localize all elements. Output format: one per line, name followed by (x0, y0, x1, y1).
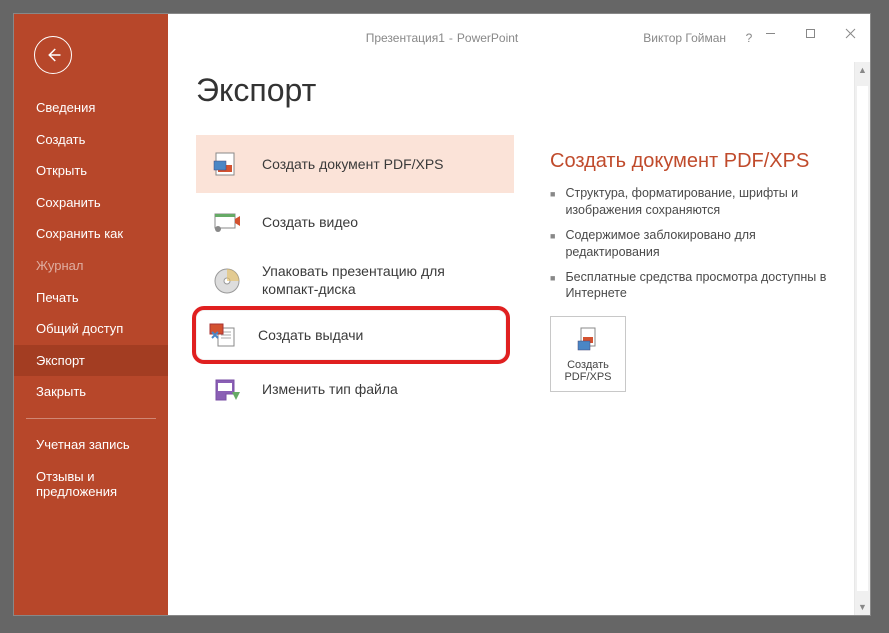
backstage-window: Презентация1 - PowerPoint Виктор Гойман … (14, 14, 870, 615)
detail-bullet: Бесплатные средства просмотра доступны в… (550, 269, 846, 303)
change-file-type-icon (210, 372, 244, 406)
nav-save-as[interactable]: Сохранить как (14, 218, 168, 250)
nav-separator (26, 418, 156, 419)
main-content: Экспорт Создать документ PDF/XPS Создать… (168, 14, 870, 615)
export-options-column: Экспорт Создать документ PDF/XPS Создать… (196, 72, 516, 615)
export-handouts-label: Создать выдачи (258, 327, 363, 343)
backstage-sidebar: Сведения Создать Открыть Сохранить Сохра… (14, 14, 168, 615)
nav-print[interactable]: Печать (14, 282, 168, 314)
nav-feedback[interactable]: Отзывы и предложения (14, 461, 168, 508)
detail-bullet: Содержимое заблокировано для редактирова… (550, 227, 846, 261)
export-package-cd[interactable]: Упаковать презентацию для компакт-диска (196, 251, 514, 310)
scroll-thumb[interactable] (857, 86, 868, 591)
scroll-down-arrow[interactable]: ▼ (855, 599, 870, 615)
nav-list: Сведения Создать Открыть Сохранить Сохра… (14, 92, 168, 508)
nav-new[interactable]: Создать (14, 124, 168, 156)
nav-history: Журнал (14, 250, 168, 282)
create-pdf-xps-button[interactable]: Создать PDF/XPS (550, 316, 626, 392)
export-filetype-label: Изменить тип файла (262, 381, 398, 397)
page-title: Экспорт (196, 72, 516, 109)
export-video-label: Создать видео (262, 214, 358, 230)
export-pdf-label: Создать документ PDF/XPS (262, 156, 444, 172)
nav-export[interactable]: Экспорт (14, 345, 168, 377)
vertical-scrollbar[interactable]: ▲ ▼ (854, 62, 870, 615)
export-handouts[interactable]: Создать выдачи (192, 306, 510, 364)
detail-title: Создать документ PDF/XPS (550, 150, 846, 173)
export-change-file-type[interactable]: Изменить тип файла (196, 360, 514, 418)
nav-open[interactable]: Открыть (14, 155, 168, 187)
detail-bullet: Структура, форматирование, шрифты и изоб… (550, 185, 846, 219)
export-detail-column: Создать документ PDF/XPS Структура, форм… (516, 72, 846, 615)
nav-account[interactable]: Учетная запись (14, 429, 168, 461)
back-button[interactable] (34, 36, 72, 74)
export-pdf-xps[interactable]: Создать документ PDF/XPS (196, 135, 514, 193)
back-arrow-icon (44, 46, 62, 64)
video-icon (210, 205, 244, 239)
nav-info[interactable]: Сведения (14, 92, 168, 124)
disc-icon (210, 264, 244, 298)
pdf-icon (210, 147, 244, 181)
nav-close[interactable]: Закрыть (14, 376, 168, 408)
pdf-large-icon (573, 325, 603, 355)
export-cd-label: Упаковать презентацию для компакт-диска (262, 263, 500, 298)
nav-save[interactable]: Сохранить (14, 187, 168, 219)
scroll-up-arrow[interactable]: ▲ (855, 62, 870, 78)
action-label: Создать PDF/XPS (551, 359, 625, 384)
handout-icon (206, 318, 240, 352)
export-video[interactable]: Создать видео (196, 193, 514, 251)
nav-share[interactable]: Общий доступ (14, 313, 168, 345)
